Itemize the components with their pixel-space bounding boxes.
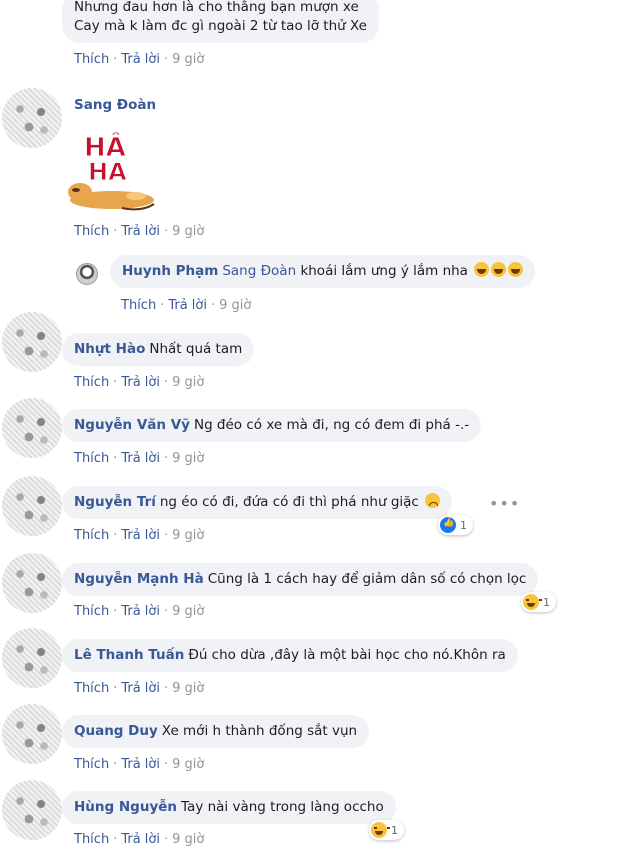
reaction-count: 1 (460, 518, 467, 532)
comment-actions: Thích · Trả lời · 9 giờ (74, 757, 205, 772)
reply-link[interactable]: Trả lời (121, 528, 160, 543)
commenter-name[interactable]: Quang Duy (74, 723, 158, 739)
comment-actions: Thích · Trả lời · 9 giờ (74, 224, 205, 239)
haha-sticker: HÂ HA (68, 131, 155, 211)
comment-text: Xe mới h thành đống sắt vụn (161, 723, 358, 739)
commenter-name[interactable]: Lê Thanh Tuấn (74, 647, 184, 663)
comment-actions: Thích · Trả lời · 9 giờ (74, 451, 205, 466)
reaction-badge[interactable]: 1 (438, 515, 473, 535)
commenter-name[interactable]: Nhựt Hào (74, 341, 145, 357)
avatar[interactable] (76, 263, 98, 285)
timestamp[interactable]: 9 giờ (219, 298, 251, 313)
comment-text: Cay mà k làm đc gì ngoài 2 từ tao lỡ thử… (74, 18, 367, 34)
rofl-emoji-icon (508, 262, 524, 277)
like-link[interactable]: Thích (74, 451, 109, 466)
reply-bubble: Huynh Phạm Sang Đoàn khoái lắm ưng ý lắm … (110, 255, 536, 288)
comment-bubble: Nhưng đau hơn là cho thằng bạn mượn xe C… (62, 0, 379, 43)
comment-actions: Thích · Trả lời · 9 giờ (74, 604, 205, 619)
commenter-name[interactable]: Huynh Phạm (122, 263, 218, 279)
ellipsis-icon[interactable]: ••• (489, 494, 520, 513)
rofl-emoji-icon (491, 262, 507, 277)
svg-text:HA: HA (88, 158, 127, 186)
comment-bubble: Hùng Nguyễn Tay nài vàng trong làng occho (62, 791, 396, 824)
commenter-name[interactable]: Hùng Nguyễn (74, 799, 177, 815)
like-link[interactable]: Thích (74, 757, 109, 772)
reaction-count: 1 (391, 823, 398, 837)
mention-link[interactable]: Sang Đoàn (222, 263, 296, 279)
commenter-name[interactable]: Nguyễn Trí (74, 494, 156, 510)
like-link[interactable]: Thích (121, 298, 156, 313)
timestamp[interactable]: 9 giờ (172, 681, 204, 696)
reply-link[interactable]: Trả lời (121, 681, 160, 696)
comment-actions: Thích · Trả lời · 9 giờ (121, 298, 252, 313)
comment-bubble: Nguyễn Trí ng éo có đi, đứa có đi thì phá… (62, 486, 453, 519)
comment-text: Ng đéo có xe mà đi, ng có đem đi phá -.- (193, 417, 470, 433)
commenter-name[interactable]: Nguyễn Mạnh Hà (74, 571, 204, 587)
comment-bubble: Nguyễn Mạnh Hà Cũng là 1 cách hay để giảm… (62, 563, 539, 596)
like-reaction-icon (440, 517, 456, 533)
timestamp[interactable]: 9 giờ (172, 224, 204, 239)
comment-actions: Thích · Trả lời · 9 giờ (74, 375, 205, 390)
haha-reaction-icon (371, 822, 390, 838)
timestamp[interactable]: 9 giờ (172, 757, 204, 772)
avatar[interactable] (2, 88, 62, 148)
comment-bubble: Nguyễn Văn Vỹ Ng đéo có xe mà đi, ng có đ… (62, 409, 482, 442)
reaction-badge[interactable]: 1 (369, 820, 404, 840)
like-link[interactable]: Thích (74, 52, 109, 67)
comment-text: Nhưng đau hơn là cho thằng bạn mượn xe (74, 0, 359, 15)
timestamp[interactable]: 9 giờ (172, 52, 204, 67)
comment-bubble: Lê Thanh Tuấn Đú cho dừa ,đây là một bài … (62, 639, 518, 672)
like-link[interactable]: Thích (74, 224, 109, 239)
comment-bubble: Quang Duy Xe mới h thành đống sắt vụn (62, 715, 370, 748)
timestamp[interactable]: 9 giờ (172, 451, 204, 466)
comment-text: khoái lắm ưng ý lắm nha (300, 263, 468, 279)
reaction-badge[interactable]: 1 (521, 592, 556, 612)
commenter-name[interactable]: Sang Đoàn (74, 97, 156, 113)
comment-text: Đú cho dừa ,đây là một bài học cho nó.Kh… (188, 647, 506, 663)
reply-link[interactable]: Trả lời (121, 52, 160, 67)
comment-text: ng éo có đi, đứa có đi thì phá như giặc (159, 494, 419, 510)
reply-link[interactable]: Trả lời (168, 298, 207, 313)
like-link[interactable]: Thích (74, 528, 109, 543)
comment-text: Nhất quá tam (149, 341, 243, 357)
like-link[interactable]: Thích (74, 375, 109, 390)
timestamp[interactable]: 9 giờ (172, 832, 204, 847)
timestamp[interactable]: 9 giờ (172, 528, 204, 543)
reply-link[interactable]: Trả lời (121, 224, 160, 239)
rofl-emoji-icon (474, 262, 490, 277)
avatar[interactable] (2, 704, 62, 764)
reply-link[interactable]: Trả lời (121, 832, 160, 847)
reply-link[interactable]: Trả lời (121, 757, 160, 772)
like-link[interactable]: Thích (74, 832, 109, 847)
reply-link[interactable]: Trả lời (121, 604, 160, 619)
like-link[interactable]: Thích (74, 604, 109, 619)
like-link[interactable]: Thích (74, 681, 109, 696)
comment-actions: Thích · Trả lời · 9 giờ (74, 52, 205, 67)
commenter-name[interactable]: Nguyễn Văn Vỹ (74, 417, 190, 433)
avatar[interactable] (2, 628, 62, 688)
comment-actions: Thích · Trả lời · 9 giờ (74, 832, 205, 847)
avatar[interactable] (2, 553, 62, 613)
haha-reaction-icon (523, 594, 542, 610)
comment-text: Tay nài vàng trong làng occho (181, 799, 384, 815)
reaction-count: 1 (543, 595, 550, 609)
reply-link[interactable]: Trả lời (121, 451, 160, 466)
timestamp[interactable]: 9 giờ (172, 604, 204, 619)
timestamp[interactable]: 9 giờ (172, 375, 204, 390)
comment-text: Cũng là 1 cách hay để giảm dân số có chọ… (207, 571, 527, 587)
avatar[interactable] (2, 398, 62, 458)
comment-actions: Thích · Trả lời · 9 giờ (74, 681, 205, 696)
comment-actions: Thích · Trả lời · 9 giờ (74, 528, 205, 543)
comment-bubble: Nhựt Hào Nhất quá tam (62, 333, 255, 366)
avatar[interactable] (2, 312, 62, 372)
reply-link[interactable]: Trả lời (121, 375, 160, 390)
avatar[interactable] (2, 780, 62, 840)
avatar[interactable] (2, 476, 62, 536)
sad-emoji-icon (425, 493, 441, 508)
